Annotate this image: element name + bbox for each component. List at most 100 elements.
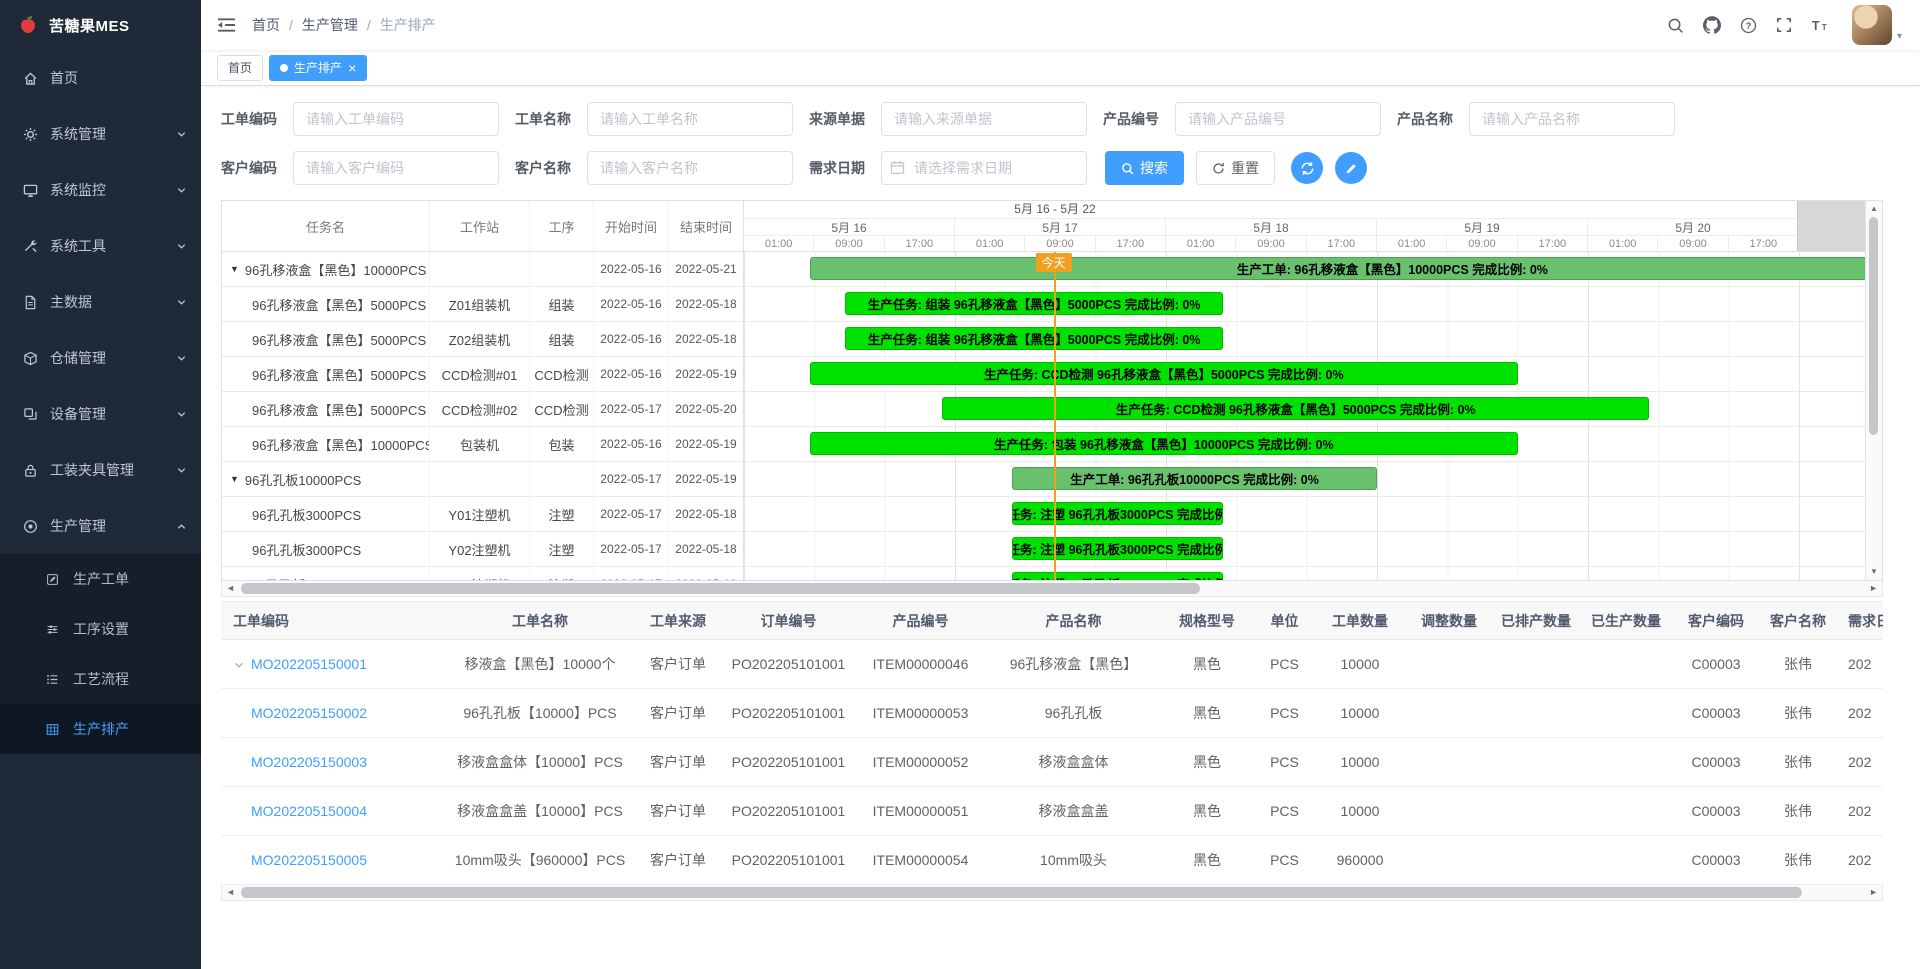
help-icon[interactable]: ?	[1740, 17, 1757, 34]
hamburger-icon[interactable]	[217, 17, 236, 33]
order-link[interactable]: MO202205150001	[251, 656, 367, 672]
avatar[interactable]	[1852, 5, 1892, 45]
tab-production-scheduling[interactable]: 生产排产 ×	[269, 55, 367, 81]
gantt-grid-row[interactable]: 96孔移液盒【黑色】5000PCS CCD检测#02 CCD检测 2022-05…	[222, 392, 743, 427]
sidebar-item-equipment-management[interactable]: 设备管理	[0, 386, 201, 442]
scroll-up-icon[interactable]: ▲	[1870, 203, 1878, 215]
order-link[interactable]: MO202205150004	[251, 803, 367, 819]
sidebar-item-home[interactable]: 首页	[0, 50, 201, 106]
filter-group-work-order-name: 工单名称	[515, 102, 793, 136]
filter-group-source-doc: 来源单据	[809, 102, 1087, 136]
expand-caret-icon[interactable]	[233, 659, 251, 671]
collapse-caret-icon[interactable]: ▼	[230, 264, 239, 274]
source-doc-input[interactable]	[881, 102, 1087, 136]
gantt-bar-task[interactable]: 生产任务: 注塑 96孔孔板3000PCS 完成比例: 0%	[1012, 572, 1223, 580]
gantt-bar-task[interactable]: 生产任务: CCD检测 96孔移液盒【黑色】5000PCS 完成比例: 0%	[810, 362, 1518, 385]
order-cell: 客户订单	[632, 738, 724, 787]
customer-name-input[interactable]	[587, 151, 793, 185]
gantt-bar-task[interactable]: 生产任务: 包装 96孔移液盒【黑色】10000PCS 完成比例: 0%	[810, 432, 1518, 455]
order-cell	[1580, 689, 1672, 738]
gantt-bar-task[interactable]: 生产任务: CCD检测 96孔移液盒【黑色】5000PCS 完成比例: 0%	[942, 397, 1650, 420]
task-process: 注塑	[530, 532, 594, 566]
order-row[interactable]: MO202205150001移液盒【黑色】10000个客户订单PO2022051…	[221, 640, 1883, 689]
refresh-circle-button[interactable]	[1291, 152, 1323, 184]
close-icon[interactable]: ×	[348, 61, 356, 75]
gantt-vscroll-track[interactable]	[1866, 215, 1882, 566]
orders-hscroll-thumb[interactable]	[241, 887, 1802, 898]
gantt-vscroll-thumb[interactable]	[1869, 217, 1878, 435]
order-link[interactable]: MO202205150005	[251, 852, 367, 868]
scroll-right-icon[interactable]: ►	[1865, 888, 1882, 897]
sidebar-item-production-management[interactable]: 生产管理	[0, 498, 201, 554]
scroll-left-icon[interactable]: ◄	[222, 584, 239, 593]
gantt-bar-task[interactable]: 生产任务: 组装 96孔移液盒【黑色】5000PCS 完成比例: 0%	[845, 327, 1223, 350]
github-icon[interactable]	[1703, 16, 1721, 34]
tab-home[interactable]: 首页	[217, 55, 263, 81]
filter-group-product-name: 产品名称	[1397, 102, 1675, 136]
gantt-bar-project[interactable]: 生产工单: 96孔孔板10000PCS 完成比例: 0%	[1012, 467, 1377, 490]
sidebar-item-warehouse-management[interactable]: 仓储管理	[0, 330, 201, 386]
logo[interactable]: 苦糖果MES	[0, 0, 201, 50]
sidebar-item-system-monitor[interactable]: 系统监控	[0, 162, 201, 218]
gantt-hscroll-track[interactable]	[239, 581, 1865, 596]
sidebar-subitem-label: 工序设置	[73, 619, 129, 639]
order-cell: 客户订单	[632, 640, 724, 689]
scroll-left-icon[interactable]: ◄	[222, 888, 239, 897]
scroll-down-icon[interactable]: ▼	[1870, 566, 1878, 578]
gantt-grid-row[interactable]: ▼ 96孔移液盒【黑色】10000PCS 2022-05-16 2022-05-…	[222, 252, 743, 287]
search-icon[interactable]	[1667, 17, 1684, 34]
sidebar-subitem-process-flow[interactable]: 工艺流程	[0, 654, 201, 704]
font-size-icon[interactable]: TT	[1811, 18, 1829, 33]
collapse-caret-icon[interactable]: ▼	[230, 474, 239, 484]
order-link[interactable]: MO202205150003	[251, 754, 367, 770]
edit-circle-button[interactable]	[1335, 152, 1367, 184]
gantt-column-header: 工序	[530, 201, 594, 251]
gantt-vertical-scrollbar[interactable]: ▲ ▼	[1865, 201, 1882, 580]
work-order-name-input[interactable]	[587, 102, 793, 136]
breadcrumb-item[interactable]: 生产管理	[302, 15, 358, 35]
filter-label-demand-date: 需求日期	[809, 158, 871, 178]
breadcrumb-item[interactable]: 首页	[252, 15, 280, 35]
search-button[interactable]: 搜索	[1105, 151, 1184, 185]
demand-date-input[interactable]	[881, 151, 1087, 185]
gantt-grid-row[interactable]: 96孔孔板3000PCS Y03注塑机 注塑 2022-05-17 2022-0…	[222, 567, 743, 580]
gantt-horizontal-scrollbar[interactable]: ◄ ►	[221, 581, 1883, 597]
work-order-code-input[interactable]	[293, 102, 499, 136]
timeline-hour-label: 09:00	[1658, 236, 1728, 252]
order-link[interactable]: MO202205150002	[251, 705, 367, 721]
orders-hscroll-track[interactable]	[239, 885, 1865, 900]
customer-code-input[interactable]	[293, 151, 499, 185]
gantt-grid-row[interactable]: 96孔移液盒【黑色】5000PCS CCD检测#01 CCD检测 2022-05…	[222, 357, 743, 392]
sidebar-item-system-management[interactable]: 系统管理	[0, 106, 201, 162]
product-name-input[interactable]	[1469, 102, 1675, 136]
user-menu[interactable]: ▾	[1852, 5, 1902, 45]
sidebar-item-fixture-management[interactable]: 工装夹具管理	[0, 442, 201, 498]
sidebar-subitem-process-settings[interactable]: 工序设置	[0, 604, 201, 654]
task-process: 包装	[530, 427, 594, 461]
gantt-grid-row[interactable]: ▼ 96孔孔板10000PCS 2022-05-17 2022-05-19	[222, 462, 743, 497]
sidebar-subitem-production-scheduling[interactable]: 生产排产	[0, 704, 201, 754]
scroll-right-icon[interactable]: ►	[1865, 584, 1882, 593]
order-row[interactable]: MO202205150004移液盒盒盖【10000】PCS客户订单PO20220…	[221, 787, 1883, 836]
orders-horizontal-scrollbar[interactable]: ◄ ►	[221, 885, 1883, 901]
sidebar-subitem-production-workorder[interactable]: 生产工单	[0, 554, 201, 604]
gantt-bar-task[interactable]: 生产任务: 注塑 96孔孔板3000PCS 完成比例: 0%	[1012, 537, 1223, 560]
gantt-hscroll-thumb[interactable]	[241, 583, 1200, 594]
gantt-bar-task[interactable]: 生产任务: 组装 96孔移液盒【黑色】5000PCS 完成比例: 0%	[845, 292, 1223, 315]
gantt-grid-row[interactable]: 96孔移液盒【黑色】5000PCS Z02组装机 组装 2022-05-16 2…	[222, 322, 743, 357]
sidebar-item-system-tools[interactable]: 系统工具	[0, 218, 201, 274]
gantt-bar-project[interactable]: 生产工单: 96孔移液盒【黑色】10000PCS 完成比例: 0%	[810, 257, 1865, 280]
order-cell: 黑色	[1159, 640, 1255, 689]
gantt-grid-row[interactable]: 96孔孔板3000PCS Y01注塑机 注塑 2022-05-17 2022-0…	[222, 497, 743, 532]
gantt-grid-row[interactable]: 96孔移液盒【黑色】10000PCS 包装机 包装 2022-05-16 202…	[222, 427, 743, 462]
gantt-grid-row[interactable]: 96孔移液盒【黑色】5000PCS Z01组装机 组装 2022-05-16 2…	[222, 287, 743, 322]
reset-button[interactable]: 重置	[1196, 151, 1275, 185]
order-row[interactable]: MO202205150003移液盒盒体【10000】PCS客户订单PO20220…	[221, 738, 1883, 787]
order-row[interactable]: MO20220515000296孔孔板【10000】PCS客户订单PO20220…	[221, 689, 1883, 738]
gantt-grid-row[interactable]: 96孔孔板3000PCS Y02注塑机 注塑 2022-05-17 2022-0…	[222, 532, 743, 567]
product-code-input[interactable]	[1175, 102, 1381, 136]
sidebar-item-master-data[interactable]: 主数据	[0, 274, 201, 330]
fullscreen-icon[interactable]	[1776, 17, 1792, 33]
order-row[interactable]: MO20220515000510mm吸头【960000】PCS客户订单PO202…	[221, 836, 1883, 885]
gantt-bar-task[interactable]: 生产任务: 注塑 96孔孔板3000PCS 完成比例: 0%	[1012, 502, 1223, 525]
